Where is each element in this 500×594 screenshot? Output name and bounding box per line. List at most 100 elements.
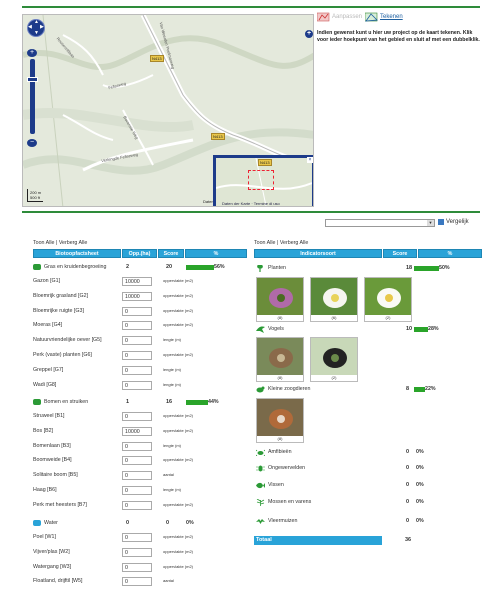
biotope-item-input[interactable]: 10000 [122, 426, 152, 436]
indicator-group-score: 8 [406, 386, 410, 392]
biotope-item-input[interactable]: 0 [122, 365, 152, 375]
biotope-item-input[interactable]: 0 [122, 533, 152, 542]
category-pct: 44% [208, 399, 219, 405]
biotope-item-label: Vijver/plas [W2] [33, 548, 70, 555]
zoom-slider-knob[interactable] [27, 77, 38, 82]
fish-icon [256, 482, 265, 489]
biotope-item-unit: aantal [163, 578, 174, 584]
overview-attr-map-data[interactable]: Daten der Karte [222, 201, 250, 206]
chamomile-photo[interactable]: (2) [364, 277, 412, 322]
biotope-item-input[interactable]: 0 [122, 577, 152, 587]
photo-count: (6) [311, 315, 357, 321]
header-right-pct: % [418, 249, 482, 258]
biotope-item-label: Watergang [W3] [33, 563, 72, 570]
category-name: Water [44, 520, 58, 526]
indicator-group-name[interactable]: Vleermuizen [268, 518, 297, 524]
plant-icon [256, 264, 265, 272]
indicator-pct: 0% [416, 499, 424, 505]
indicator-pct-bar [414, 387, 425, 392]
header-score: Score [158, 249, 184, 258]
left-toggle-links[interactable]: Toon Alle | Verberg Alle [33, 240, 87, 246]
biotope-item-label: Greppel [G7] [33, 366, 64, 373]
overview-extent-box[interactable] [248, 170, 274, 190]
thrush-photo[interactable]: (8) [256, 337, 304, 382]
biotope-item-input[interactable]: 0 [122, 412, 152, 421]
category-icon [33, 520, 41, 526]
biotope-item-label: Wadi [G8] [33, 381, 57, 388]
mammal-icon [256, 386, 265, 393]
zoom-out-button[interactable]: − [27, 139, 37, 147]
tekenen-button[interactable]: Tekenen [365, 12, 403, 22]
indicator-group-score: 0 [406, 465, 410, 471]
biotope-item-input[interactable]: 0 [122, 336, 152, 346]
biotope-item-unit: oppervlakte (m2) [163, 427, 194, 433]
indicator-pct-bar [414, 327, 428, 332]
biotope-item-input[interactable]: 0 [122, 351, 152, 360]
overview-attr-terms[interactable]: Termine di uso [254, 201, 280, 206]
biotope-item-input[interactable]: 0 [122, 471, 152, 481]
frog-icon [255, 449, 266, 457]
biotope-item-label: Struweel [B1] [33, 413, 65, 419]
indicator-group-name[interactable]: Mossen en varens [268, 499, 311, 505]
biotope-item-input[interactable]: 0 [122, 306, 152, 316]
biotope-item-input[interactable]: 0 [122, 500, 152, 510]
indicator-group-name[interactable]: Ongewervelden [268, 465, 305, 471]
biotope-item-unit: oppervlakte (m2) [163, 413, 194, 418]
pan-right-icon[interactable]: ▶ [40, 25, 44, 30]
category-name: Bomen en struiken [44, 399, 89, 405]
map-view[interactable]: N413 N413 Van Weerden Poelmanweg Verleng… [22, 14, 314, 207]
blackbird-photo[interactable]: (2) [310, 337, 358, 382]
biotope-item-input[interactable]: 0 [122, 456, 152, 466]
indicator-group-name[interactable]: Vissen [268, 482, 284, 488]
chevron-down-icon[interactable]: ▼ [427, 220, 434, 226]
biotope-item-input[interactable]: 10000 [122, 277, 152, 286]
biotope-item-input[interactable]: 0 [122, 547, 152, 557]
biotope-item-label: Natuurvriendelijke oever [G5] [33, 337, 102, 344]
daisy-photo[interactable]: (6) [310, 277, 358, 322]
biotope-item-label: Bomenlaan [B3] [33, 442, 71, 449]
indicator-group-name[interactable]: Planten [268, 265, 286, 271]
right-toggle-links[interactable]: Toon Alle | Verberg Alle [254, 240, 308, 246]
overview-close-icon[interactable]: × [307, 157, 313, 163]
overview-map[interactable]: N413 Daten der Karte · Termine di uso × [213, 155, 313, 206]
biotope-item-unit: lengte (m) [163, 337, 182, 343]
section-divider [22, 211, 480, 213]
biotope-item-input[interactable]: 0 [122, 562, 152, 572]
biotope-item-unit: aantal [163, 472, 174, 478]
total-label: Totaal [254, 536, 382, 545]
thistle-photo[interactable]: (8) [256, 277, 304, 322]
zoom-in-button[interactable]: + [27, 49, 37, 57]
category-area: 2 [126, 264, 130, 270]
biotope-item-input[interactable]: 0 [122, 380, 152, 390]
indicator-group-name[interactable]: Kleine zoogdieren [268, 386, 310, 392]
fern-icon [256, 498, 265, 506]
pan-down-icon[interactable]: ▼ [34, 31, 39, 36]
photo-count: (8) [257, 375, 303, 381]
squirrel-photo[interactable]: (8) [256, 398, 304, 443]
indicator-group-score: 18 [406, 265, 413, 271]
category-pct-bar [186, 400, 208, 405]
category-area: 0 [126, 520, 130, 526]
pan-left-icon[interactable]: ◀ [28, 25, 32, 30]
biotope-item-label: Boomweide [B4] [33, 457, 72, 464]
biotope-item-unit: oppervlakte (m2) [163, 292, 194, 298]
info-text: Indien gewenst kunt u hier uw project op… [317, 30, 480, 43]
biotope-item-label: Bloemrijke ruigte [G3] [33, 307, 84, 314]
biotope-item-input[interactable]: 10000 [122, 291, 152, 301]
category-pct: 0% [186, 520, 194, 526]
biotope-item-input[interactable]: 0 [122, 441, 152, 451]
aanpassen-button[interactable]: Aanpassen [317, 12, 362, 22]
vergelijk-button[interactable]: Vergelijk [438, 219, 469, 225]
indicator-group-score: 0 [406, 449, 410, 455]
biotope-item-label: Gazon [G1] [33, 278, 61, 284]
biotope-item-input[interactable]: 0 [122, 486, 152, 495]
pan-up-icon[interactable]: ▲ [34, 20, 39, 25]
tekenen-label: Tekenen [380, 14, 403, 20]
category-icon [33, 264, 41, 270]
indicator-group-name[interactable]: Amfibieën [268, 449, 292, 455]
biotope-item-input[interactable]: 0 [122, 321, 152, 331]
compare-select[interactable]: ▼ [325, 219, 435, 227]
zoom-slider-track[interactable] [30, 59, 35, 134]
indicator-group-score: 0 [406, 482, 410, 488]
indicator-group-name[interactable]: Vogels [268, 326, 284, 332]
